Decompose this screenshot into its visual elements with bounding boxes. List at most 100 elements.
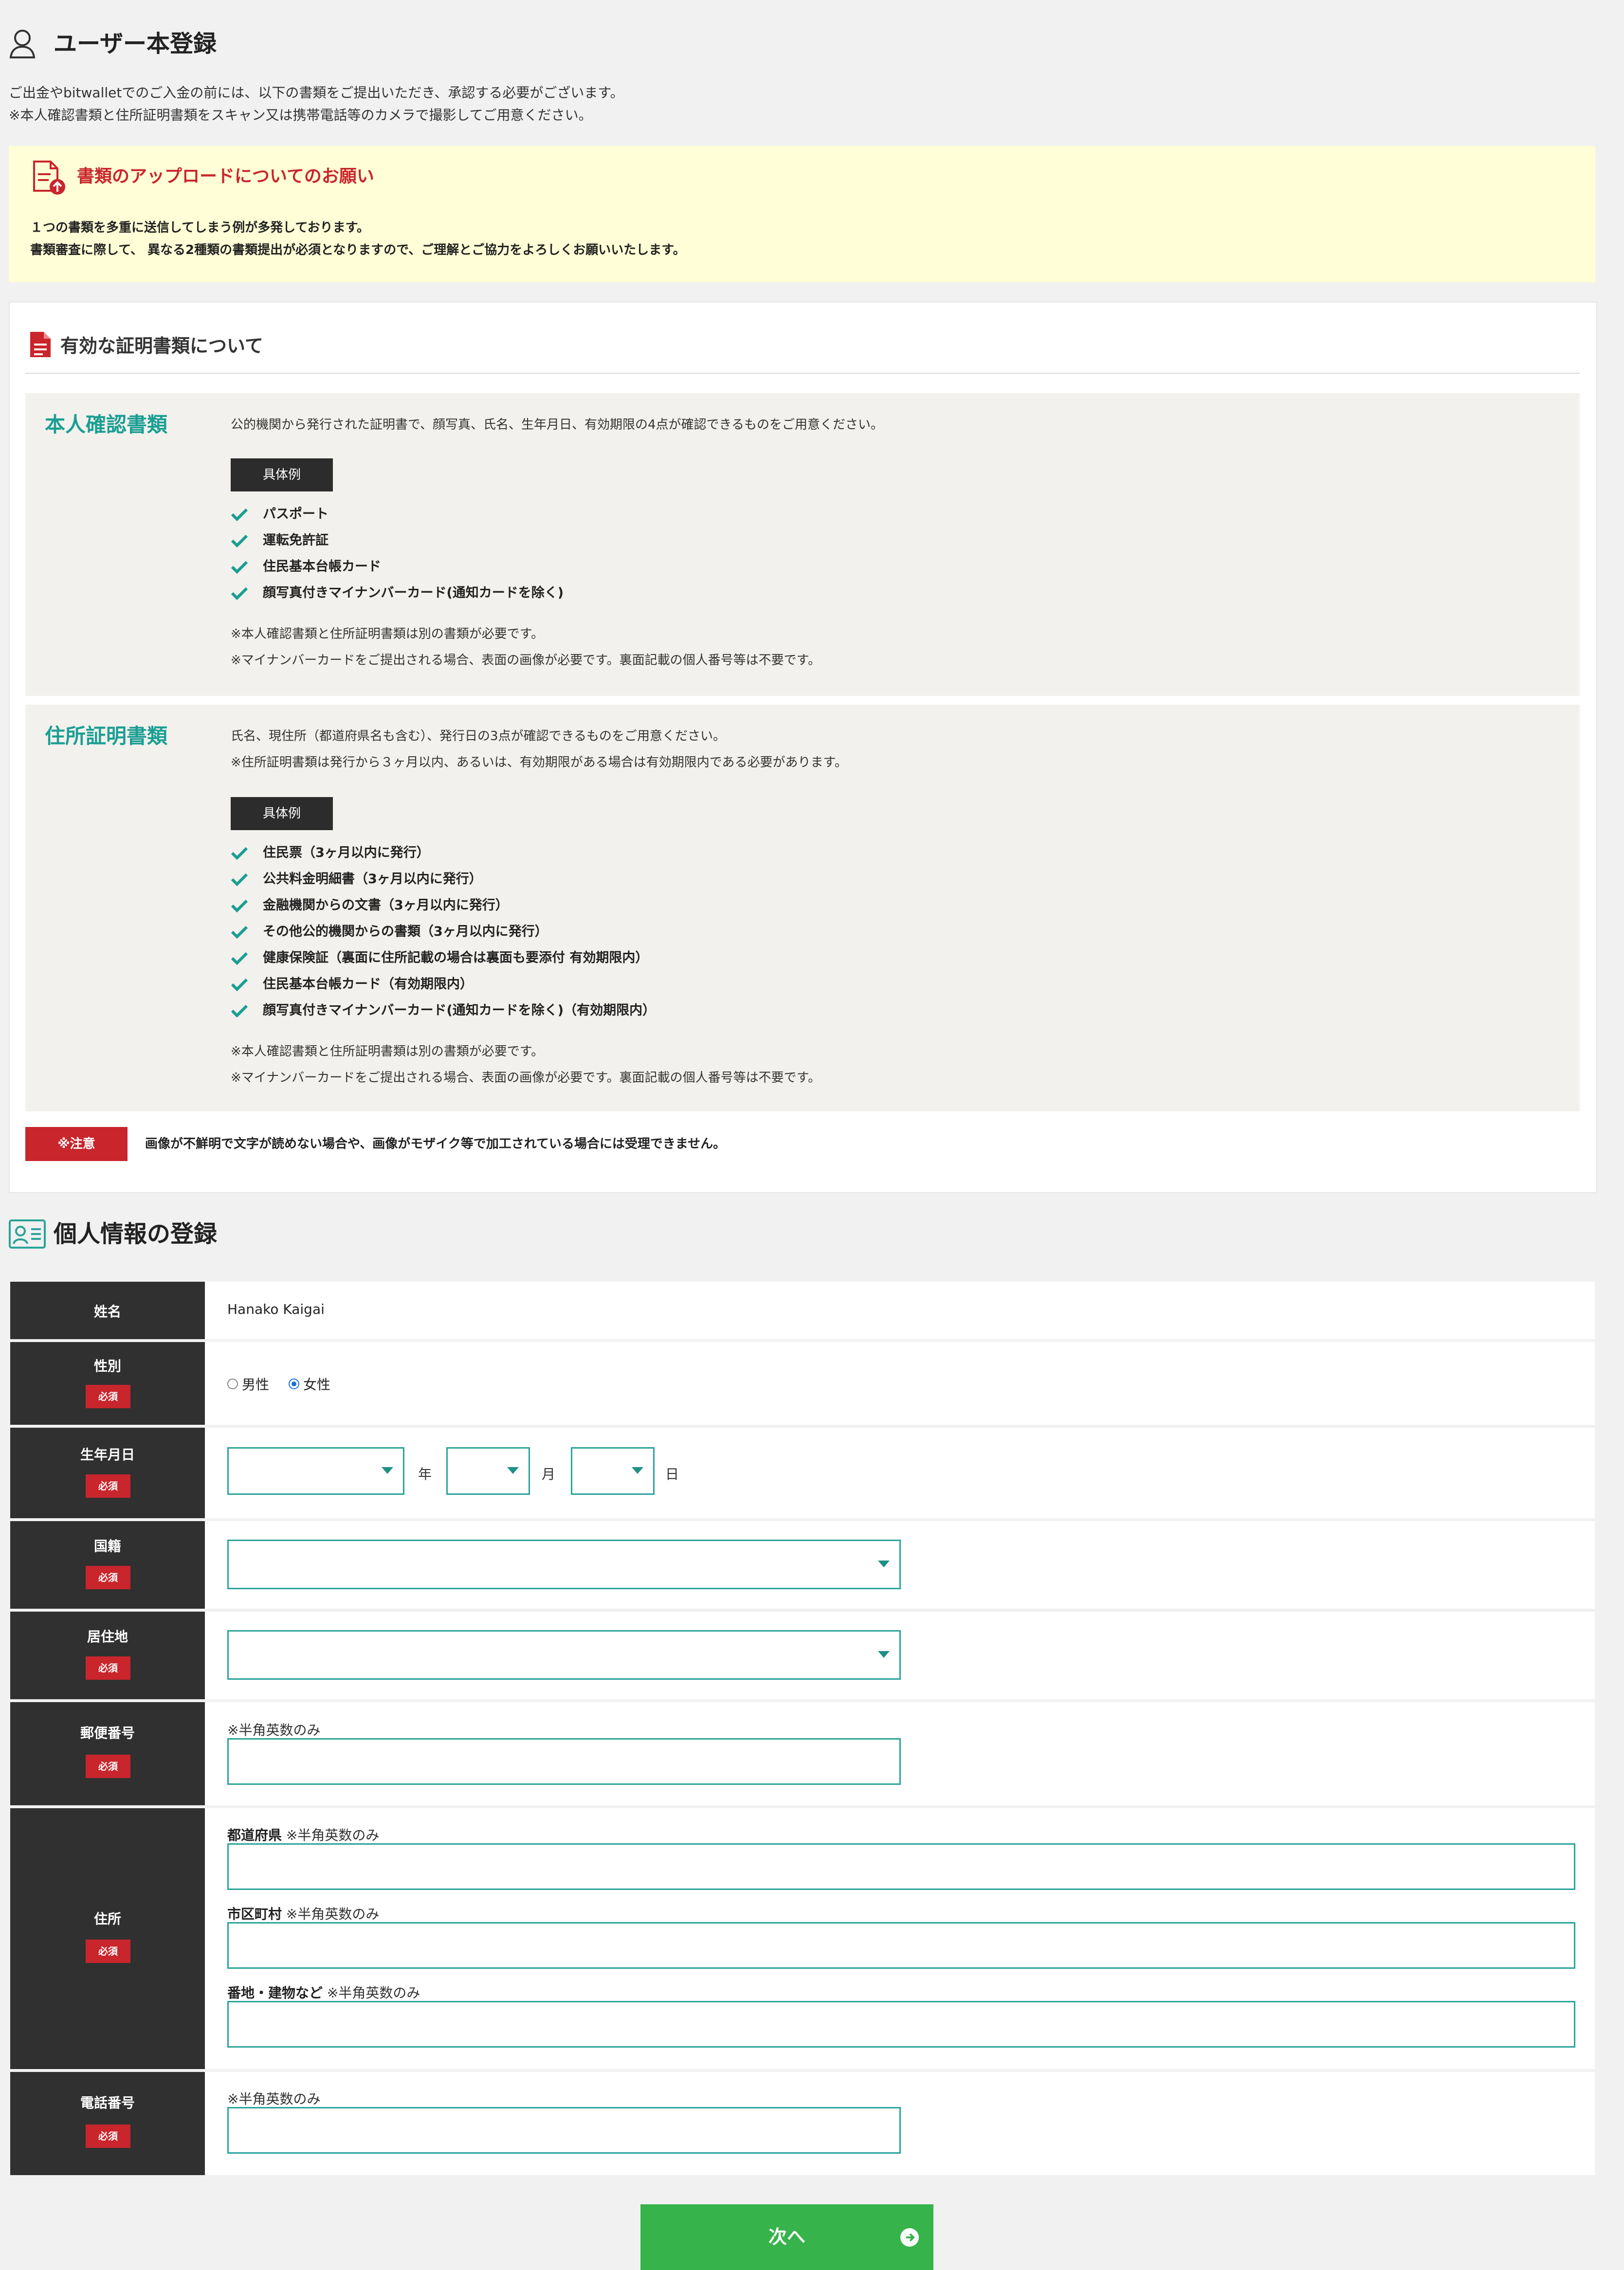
street-caption: 番地・建物など ※半角英数のみ xyxy=(227,1985,420,2001)
list-item: 運転免許証 xyxy=(231,527,564,554)
required-badge: 必須 xyxy=(86,1755,130,1778)
radio-female[interactable] xyxy=(289,1379,300,1389)
notice-line-2: 書類審査に際して、 異なる2種類の書類提出が必須となりますので、ご理解とご協力を… xyxy=(30,243,686,257)
phone-hint: ※半角英数のみ xyxy=(227,2091,321,2107)
address-example-tag: 具体例 xyxy=(231,797,333,830)
phone-label: 電話番号 xyxy=(80,2095,135,2111)
city-caption: 市区町村 ※半角英数のみ xyxy=(227,1906,380,1922)
profile-card-icon xyxy=(9,1219,46,1249)
required-badge: 必須 xyxy=(86,1566,130,1589)
arrow-right-circle-icon xyxy=(900,2228,919,2247)
chevron-down-icon xyxy=(382,1467,393,1474)
check-icon xyxy=(231,1004,248,1018)
next-button-label: 次へ xyxy=(768,2226,805,2248)
required-badge: 必須 xyxy=(86,1474,130,1498)
address-label: 住所 xyxy=(93,1911,121,1927)
chevron-down-icon xyxy=(507,1467,519,1474)
check-icon xyxy=(231,587,248,600)
list-item: その他公的機関からの書類（3ヶ月以内に発行） xyxy=(231,919,656,945)
birth-month-select[interactable] xyxy=(446,1447,530,1495)
name-label: 姓名 xyxy=(93,1304,121,1320)
list-item: 住民基本台帳カード xyxy=(231,554,564,580)
notice-title: 書類のアップロードについてのお願い xyxy=(77,166,374,186)
postal-input[interactable] xyxy=(227,1738,901,1785)
gender-options: 男性 女性 xyxy=(227,1374,330,1394)
address-note-1: ※本人確認書類と住所証明書類は別の書類が必要です。 xyxy=(231,1044,544,1059)
document-upload-icon xyxy=(33,161,65,195)
check-icon xyxy=(231,534,248,548)
chevron-down-icon xyxy=(632,1467,643,1474)
documents-heading: 有効な証明書類について xyxy=(60,335,263,357)
list-item: 住民票（3ヶ月以内に発行） xyxy=(231,840,656,866)
check-icon xyxy=(231,899,248,913)
required-badge: 必須 xyxy=(86,1656,130,1680)
nationality-label: 国籍 xyxy=(93,1538,121,1554)
birthdate-label: 生年月日 xyxy=(80,1447,135,1463)
heading-divider xyxy=(25,373,1580,374)
day-unit: 日 xyxy=(665,1466,679,1482)
identity-documents-title: 本人確認書類 xyxy=(45,413,168,436)
form-heading: 個人情報の登録 xyxy=(54,1220,218,1248)
residence-row: 居住地 必須 xyxy=(10,1612,1595,1699)
radio-male[interactable] xyxy=(227,1379,238,1389)
name-row: 姓名 Hanako Kaigai xyxy=(10,1282,1595,1339)
required-badge: 必須 xyxy=(86,2125,130,2148)
chevron-down-icon xyxy=(878,1651,890,1658)
check-icon xyxy=(231,952,248,965)
required-badge: 必須 xyxy=(86,1940,130,1963)
street-input[interactable] xyxy=(227,2001,1575,2048)
prefecture-input[interactable] xyxy=(227,1843,1575,1890)
identity-documents-desc: 公的機関から発行された証明書で、顔写真、氏名、生年月日、有効期限の4点が確認でき… xyxy=(231,418,883,432)
birth-year-select[interactable] xyxy=(227,1447,404,1495)
residence-select[interactable] xyxy=(227,1630,901,1680)
address-documents-title: 住所証明書類 xyxy=(45,724,168,748)
postal-row: 郵便番号 必須 ※半角英数のみ xyxy=(10,1702,1595,1805)
intro-line-2: ※本人確認書類と住所証明書類をスキャン又は携帯電話等のカメラで撮影してご用意くだ… xyxy=(9,107,592,123)
required-badge: 必須 xyxy=(86,1385,130,1408)
address-row: 住所 必須 都道府県 ※半角英数のみ 市区町村 ※半角英数のみ 番地・建物など … xyxy=(10,1808,1595,2069)
notice-line-1: １つの書類を多重に送信してしまう例が多発しております。 xyxy=(30,220,370,235)
nationality-select[interactable] xyxy=(227,1540,901,1589)
city-input[interactable] xyxy=(227,1922,1575,1969)
chevron-down-icon xyxy=(878,1561,890,1567)
list-item: パスポート xyxy=(231,501,564,527)
identity-example-tag: 具体例 xyxy=(231,458,333,491)
prefecture-caption: 都道府県 ※半角英数のみ xyxy=(227,1827,380,1843)
caution-tag: ※注意 xyxy=(25,1127,128,1161)
postal-label: 郵便番号 xyxy=(80,1725,135,1741)
registration-page: ユーザー本登録 ご出金やbitwalletでのご入金の前には、以下の書類をご提出… xyxy=(0,0,1624,2270)
page-title: ユーザー本登録 xyxy=(54,30,217,57)
birth-day-select[interactable] xyxy=(571,1447,655,1495)
caution-text: 画像が不鮮明で文字が読めない場合や、画像がモザイク等で加工されている場合には受理… xyxy=(145,1137,726,1151)
check-icon xyxy=(231,847,248,860)
next-button[interactable]: 次へ xyxy=(640,2204,933,2270)
list-item: 公共料金明細書（3ヶ月以内に発行） xyxy=(231,866,656,892)
name-value: Hanako Kaigai xyxy=(227,1301,325,1317)
nationality-row: 国籍 必須 xyxy=(10,1521,1595,1609)
list-item: 住民基本台帳カード（有効期限内） xyxy=(231,971,656,998)
residence-label: 居住地 xyxy=(87,1629,128,1645)
gender-label: 性別 xyxy=(93,1358,121,1374)
list-item: 金融機関からの文書（3ヶ月以内に発行） xyxy=(231,892,656,919)
month-unit: 月 xyxy=(542,1466,556,1482)
year-unit: 年 xyxy=(418,1466,432,1482)
check-icon xyxy=(231,926,248,939)
postal-hint: ※半角英数のみ xyxy=(227,1722,321,1738)
identity-note-2: ※マイナンバーカードをご提出される場合、表面の画像が必要です。裏面記載の個人番号… xyxy=(231,653,821,668)
intro-line-1: ご出金やbitwalletでのご入金の前には、以下の書類をご提出いただき、承認す… xyxy=(9,85,624,101)
identity-example-list: パスポート 運転免許証 住民基本台帳カード 顔写真付きマイナンバーカード(通知カ… xyxy=(231,501,564,606)
list-item: 顔写真付きマイナンバーカード(通知カードを除く) xyxy=(231,580,564,606)
address-note-2: ※マイナンバーカードをご提出される場合、表面の画像が必要です。裏面記載の個人番号… xyxy=(231,1071,821,1085)
phone-input[interactable] xyxy=(227,2107,901,2154)
phone-row: 電話番号 必須 ※半角英数のみ xyxy=(10,2072,1595,2175)
address-example-list: 住民票（3ヶ月以内に発行） 公共料金明細書（3ヶ月以内に発行） 金融機関からの文… xyxy=(231,840,656,1024)
check-icon xyxy=(231,508,248,522)
list-item: 健康保険証（裏面に住所記載の場合は裏面も要添付 有効期限内） xyxy=(231,945,656,971)
identity-note-1: ※本人確認書類と住所証明書類は別の書類が必要です。 xyxy=(231,627,544,641)
user-icon xyxy=(9,30,36,58)
radio-female-label[interactable]: 女性 xyxy=(303,1374,330,1394)
address-documents-desc-2: ※住所証明書類は発行から３ヶ月以内、あるいは、有効期限がある場合は有効期限内であ… xyxy=(231,755,847,770)
gender-row: 性別 必須 男性 女性 xyxy=(10,1342,1595,1425)
check-icon xyxy=(231,978,248,992)
radio-male-label[interactable]: 男性 xyxy=(242,1374,269,1394)
